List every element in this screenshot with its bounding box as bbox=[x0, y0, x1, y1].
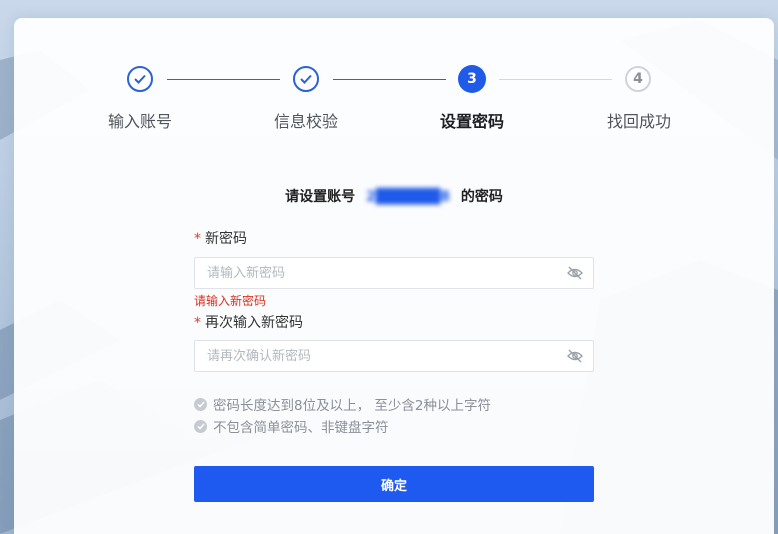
step-4-label: 找回成功 bbox=[606, 112, 671, 131]
confirm-password-field bbox=[194, 340, 594, 372]
step-connector-2 bbox=[333, 79, 446, 80]
step-2-indicator bbox=[293, 66, 319, 92]
step-1-indicator bbox=[127, 66, 153, 92]
new-password-input[interactable] bbox=[195, 258, 559, 288]
required-mark: * bbox=[194, 231, 201, 247]
progress-steps: 输入账号 信息校验 3 设置密码 4 找回成功 bbox=[14, 18, 774, 158]
check-icon bbox=[300, 74, 312, 84]
confirm-button[interactable]: 确定 bbox=[194, 466, 594, 502]
step-3-indicator: 3 bbox=[458, 65, 486, 93]
new-password-label-text: 新密码 bbox=[205, 231, 247, 247]
confirm-password-input[interactable] bbox=[195, 341, 559, 371]
confirm-password-label: * 再次输入新密码 bbox=[194, 312, 303, 332]
password-rule-length: 密码长度达到8位及以上， 至少含2种以上字符 bbox=[194, 394, 491, 414]
new-password-field bbox=[194, 257, 594, 289]
check-circle-icon bbox=[194, 397, 207, 411]
step-connector-1 bbox=[167, 79, 280, 80]
check-circle-icon bbox=[194, 419, 207, 433]
reset-password-panel: 输入账号 信息校验 3 设置密码 4 找回成功 请设置账号 2██████8 的… bbox=[14, 18, 774, 534]
eye-closed-icon[interactable] bbox=[567, 349, 583, 363]
required-mark: * bbox=[194, 315, 201, 331]
rule-text: 不包含简单密码、非键盘字符 bbox=[213, 420, 389, 436]
confirm-password-label-text: 再次输入新密码 bbox=[205, 315, 303, 331]
step-connector-3 bbox=[499, 79, 612, 80]
new-password-error: 请输入新密码 bbox=[194, 294, 267, 308]
form-title: 请设置账号 2██████8 的密码 bbox=[14, 186, 774, 206]
eye-closed-icon[interactable] bbox=[567, 266, 583, 280]
new-password-label: * 新密码 bbox=[194, 228, 247, 248]
step-3-label: 设置密码 bbox=[439, 112, 504, 131]
title-suffix: 的密码 bbox=[460, 189, 503, 205]
title-prefix: 请设置账号 bbox=[285, 189, 356, 205]
check-icon bbox=[134, 74, 146, 84]
masked-account: 2██████8 bbox=[365, 189, 451, 205]
rule-text: 密码长度达到8位及以上， 至少含2种以上字符 bbox=[213, 398, 491, 414]
step-2-label: 信息校验 bbox=[273, 112, 338, 131]
step-1-label: 输入账号 bbox=[107, 112, 172, 131]
step-4-indicator: 4 bbox=[625, 66, 651, 92]
password-rule-simple: 不包含简单密码、非键盘字符 bbox=[194, 416, 389, 436]
